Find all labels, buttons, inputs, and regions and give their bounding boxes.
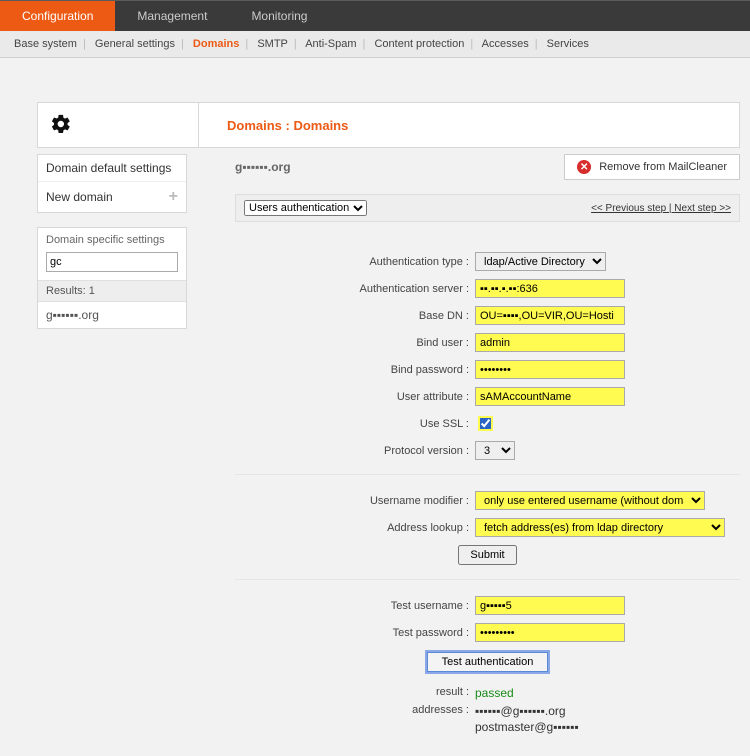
label-bind-user: Bind user :	[235, 337, 475, 349]
label-base-dn: Base DN :	[235, 310, 475, 322]
use-ssl-checkbox[interactable]	[479, 417, 492, 430]
label-addresses: addresses :	[235, 704, 475, 734]
label-protocol-version: Protocol version :	[235, 445, 475, 457]
subnav-domains[interactable]: Domains	[193, 38, 239, 50]
protocol-version-select[interactable]: 3	[475, 441, 515, 460]
subnav-services[interactable]: Services	[547, 38, 589, 50]
page-title: Domains : Domains	[198, 103, 739, 147]
sidebar-box-search: Domain specific settings Results: 1 g▪▪▪…	[37, 227, 187, 329]
address-value: ▪▪▪▪▪▪@g▪▪▪▪▪▪.org	[475, 704, 579, 718]
label-username-modifier: Username modifier :	[235, 495, 475, 507]
label-user-attribute: User attribute :	[235, 391, 475, 403]
base-dn-input[interactable]	[475, 306, 625, 325]
remove-from-mailcleaner-button[interactable]: ✕ Remove from MailCleaner	[564, 154, 740, 180]
remove-label: Remove from MailCleaner	[599, 161, 727, 173]
page-header: Domains : Domains	[37, 102, 740, 148]
auth-type-select[interactable]: ldap/Active Directory	[475, 252, 606, 271]
sub-nav: Base system| General settings| Domains| …	[0, 31, 750, 58]
remove-icon: ✕	[577, 160, 591, 174]
gear-icon	[50, 113, 72, 138]
test-username-input[interactable]	[475, 596, 625, 615]
sidebar-box-actions: Domain default settings New domain +	[37, 154, 187, 213]
test-password-input[interactable]	[475, 623, 625, 642]
wizard-step-select[interactable]: Users authentication	[244, 200, 367, 216]
address-lookup-select[interactable]: fetch address(es) from ldap directory	[475, 518, 725, 537]
user-attribute-input[interactable]	[475, 387, 625, 406]
subnav-general-settings[interactable]: General settings	[95, 38, 175, 50]
next-step-link[interactable]: Next step >>	[674, 203, 731, 214]
tab-management[interactable]: Management	[115, 1, 229, 31]
divider	[235, 474, 740, 475]
domain-title: g▪▪▪▪▪▪.org	[235, 160, 291, 174]
wizard-bar: Users authentication << Previous step | …	[235, 194, 740, 222]
subnav-base-system[interactable]: Base system	[14, 38, 77, 50]
username-modifier-select[interactable]: only use entered username (without domai…	[475, 491, 705, 510]
label-result: result :	[235, 686, 475, 700]
search-results-count: Results: 1	[38, 280, 186, 302]
previous-step-link[interactable]: << Previous step	[591, 203, 666, 214]
bind-user-input[interactable]	[475, 333, 625, 352]
sidebar-item-new-domain[interactable]: New domain +	[38, 182, 186, 212]
label-test-password: Test password :	[235, 627, 475, 639]
address-value: postmaster@g▪▪▪▪▪▪	[475, 720, 579, 734]
label-test-username: Test username :	[235, 600, 475, 612]
sidebar-item-default-settings[interactable]: Domain default settings	[38, 155, 186, 182]
tab-monitoring[interactable]: Monitoring	[229, 1, 329, 31]
auth-server-input[interactable]	[475, 279, 625, 298]
subnav-smtp[interactable]: SMTP	[257, 38, 288, 50]
subnav-anti-spam[interactable]: Anti-Spam	[305, 38, 356, 50]
subnav-content-protection[interactable]: Content protection	[374, 38, 464, 50]
label-auth-server: Authentication server :	[235, 283, 475, 295]
plus-icon: +	[169, 188, 178, 206]
sidebar-heading-specific: Domain specific settings	[38, 228, 186, 252]
result-value: passed	[475, 686, 514, 700]
sidebar-label: Domain default settings	[46, 161, 171, 175]
submit-button[interactable]: Submit	[458, 545, 516, 565]
divider	[235, 579, 740, 580]
sidebar-label: New domain	[46, 190, 113, 204]
label-auth-type: Authentication type :	[235, 256, 475, 268]
domain-result-item[interactable]: g▪▪▪▪▪▪.org	[38, 302, 186, 328]
label-use-ssl: Use SSL :	[235, 418, 475, 430]
subnav-accesses[interactable]: Accesses	[482, 38, 529, 50]
domain-search-input[interactable]	[46, 252, 178, 272]
top-nav: Configuration Management Monitoring	[0, 0, 750, 31]
tab-configuration[interactable]: Configuration	[0, 1, 115, 31]
test-authentication-button[interactable]: Test authentication	[427, 652, 549, 672]
label-address-lookup: Address lookup :	[235, 522, 475, 534]
label-bind-password: Bind password :	[235, 364, 475, 376]
bind-password-input[interactable]	[475, 360, 625, 379]
